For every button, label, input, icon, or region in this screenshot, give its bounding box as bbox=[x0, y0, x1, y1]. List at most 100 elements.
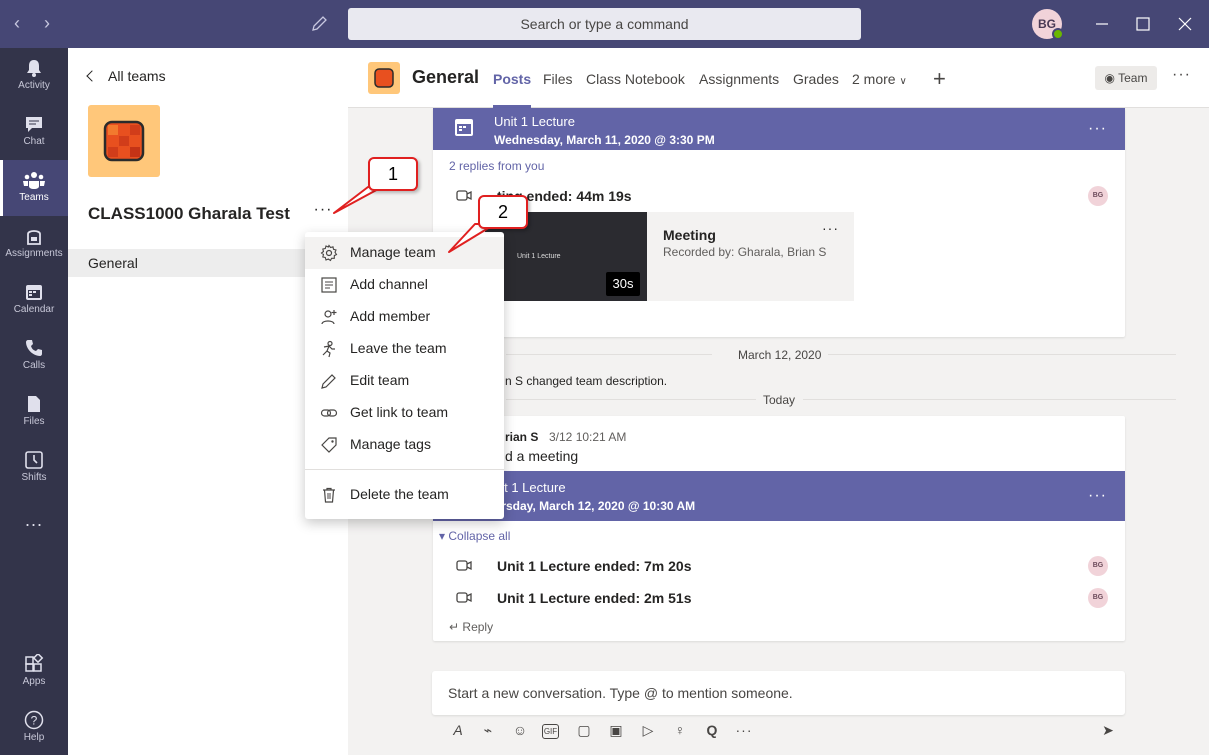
presence-available-icon bbox=[1052, 28, 1064, 40]
forms-icon[interactable]: Q bbox=[702, 722, 722, 742]
menu-item-delete-team[interactable]: Delete the team bbox=[305, 479, 504, 511]
forward-icon[interactable]: › bbox=[44, 13, 50, 34]
tab-more[interactable]: 2 more ∨ bbox=[852, 71, 907, 87]
rail-item-assignments[interactable]: Assignments bbox=[0, 216, 68, 272]
svg-text:?: ? bbox=[31, 714, 38, 728]
chat-icon bbox=[26, 117, 42, 132]
rail-item-calendar[interactable]: Calendar bbox=[0, 272, 68, 328]
meeting-time: ursday, March 12, 2020 @ 10:30 AM bbox=[494, 499, 696, 513]
tag-icon bbox=[321, 437, 337, 453]
rail-item-files[interactable]: Files bbox=[0, 384, 68, 440]
menu-item-manage-tags[interactable]: Manage tags bbox=[305, 429, 504, 461]
team-button-label: Team bbox=[1118, 71, 1148, 85]
reply-arrow-icon: ↵ bbox=[449, 620, 460, 634]
app-rail: Activity Chat Teams Assignments Calendar… bbox=[0, 48, 68, 755]
attach-icon[interactable]: ⌁ bbox=[478, 722, 498, 742]
rail-item-activity[interactable]: Activity bbox=[0, 48, 68, 104]
reply-button[interactable]: ↵ Reply bbox=[449, 620, 493, 634]
divider-line bbox=[506, 354, 712, 355]
teams-icon bbox=[23, 172, 45, 189]
compose-icon[interactable] bbox=[311, 14, 329, 32]
rail-item-chat[interactable]: Chat bbox=[0, 104, 68, 160]
file-icon bbox=[28, 396, 40, 412]
chevron-left-icon bbox=[86, 70, 98, 82]
participant-avatar: BG bbox=[1088, 556, 1108, 576]
add-tab-plus-icon[interactable]: + bbox=[933, 66, 946, 92]
menu-item-label: Leave the team bbox=[350, 340, 447, 356]
menu-item-leave-team[interactable]: Leave the team bbox=[305, 333, 504, 365]
phone-icon bbox=[26, 340, 42, 356]
format-icon[interactable]: A bbox=[448, 722, 468, 742]
maximize-icon[interactable] bbox=[1133, 14, 1153, 34]
rail-item-apps[interactable]: Apps bbox=[0, 644, 68, 700]
meeting-more-button[interactable]: ··· bbox=[1088, 120, 1107, 138]
meeting-header: Unit 1 Lecture Wednesday, March 11, 2020… bbox=[433, 108, 1125, 150]
team-name: CLASS1000 Gharala Test bbox=[88, 204, 290, 223]
back-icon[interactable]: ‹ bbox=[14, 13, 20, 34]
divider-line bbox=[506, 399, 756, 400]
meet-now-icon[interactable]: ▣ bbox=[606, 722, 626, 742]
trash-icon bbox=[323, 487, 335, 503]
compose-placeholder: Start a new conversation. Type @ to ment… bbox=[448, 685, 793, 701]
tab-class-notebook[interactable]: Class Notebook bbox=[586, 71, 685, 87]
menu-item-add-channel[interactable]: Add channel bbox=[305, 269, 504, 301]
minimize-icon[interactable] bbox=[1092, 14, 1112, 34]
tab-posts[interactable]: Posts bbox=[493, 71, 532, 108]
add-member-icon bbox=[321, 310, 337, 325]
meeting-more-button[interactable]: ··· bbox=[1088, 487, 1107, 505]
rail-item-calls[interactable]: Calls bbox=[0, 328, 68, 384]
team-avatar bbox=[88, 105, 160, 177]
menu-item-label: Add member bbox=[350, 308, 431, 324]
replies-link[interactable]: 2 replies from you bbox=[449, 159, 544, 173]
gif-icon[interactable]: GIF bbox=[542, 724, 559, 739]
recording-author: Recorded by: Gharala, Brian S bbox=[663, 245, 827, 259]
compose-toolbar: A ⌁ ☺ GIF ▢ ▣ ▷ ♀ Q ··· ➤ bbox=[440, 720, 1130, 744]
search-input[interactable]: Search or type a command bbox=[348, 8, 861, 40]
tab-assignments[interactable]: Assignments bbox=[699, 71, 779, 87]
close-icon[interactable] bbox=[1175, 14, 1195, 34]
rail-item-teams[interactable]: Teams bbox=[0, 160, 68, 216]
rail-label: Calls bbox=[22, 360, 46, 371]
menu-item-add-member[interactable]: Add member bbox=[305, 301, 504, 333]
eye-icon: ◉ bbox=[1104, 71, 1115, 85]
help-icon: ? bbox=[24, 710, 44, 730]
recording-more-button[interactable]: ··· bbox=[822, 220, 839, 236]
new-conversation-input[interactable]: Start a new conversation. Type @ to ment… bbox=[432, 671, 1125, 715]
praise-icon[interactable]: ♀ bbox=[670, 722, 690, 742]
video-camera-icon bbox=[456, 190, 472, 201]
channel-icon bbox=[321, 277, 337, 293]
tab-files[interactable]: Files bbox=[543, 71, 573, 87]
channel-more-options-button[interactable]: ··· bbox=[1172, 66, 1191, 84]
rail-label: Teams bbox=[19, 192, 49, 203]
recording-card[interactable]: Unit 1 Lecture 30s Meeting Recorded by: … bbox=[485, 212, 854, 301]
rail-item-shifts[interactable]: Shifts bbox=[0, 440, 68, 496]
calendar-icon bbox=[455, 119, 473, 136]
menu-item-edit-team[interactable]: Edit team bbox=[305, 365, 504, 397]
all-teams-link[interactable]: All teams bbox=[86, 68, 166, 84]
gear-icon bbox=[320, 244, 338, 262]
sticker-icon[interactable]: ▢ bbox=[574, 722, 594, 742]
rail-label: Activity bbox=[18, 80, 50, 91]
callout-2: 2 bbox=[478, 195, 528, 229]
divider-line bbox=[828, 354, 1176, 355]
emoji-icon[interactable]: ☺ bbox=[510, 722, 530, 742]
apps-icon bbox=[25, 654, 44, 672]
tab-grades[interactable]: Grades bbox=[793, 71, 839, 87]
team-info-button[interactable]: ◉ Team bbox=[1095, 66, 1157, 90]
send-icon[interactable]: ➤ bbox=[1098, 722, 1118, 742]
menu-item-get-link[interactable]: Get link to team bbox=[305, 397, 504, 429]
collapse-all-link[interactable]: ▾ Collapse all bbox=[439, 529, 510, 543]
menu-item-label: Manage team bbox=[350, 244, 436, 260]
menu-item-label: Delete the team bbox=[350, 486, 449, 502]
rail-label: Calendar bbox=[13, 304, 55, 315]
more-apps-icon[interactable]: ··· bbox=[734, 722, 754, 742]
meeting-title: nit 1 Lecture bbox=[494, 480, 566, 495]
menu-item-label: Get link to team bbox=[350, 404, 449, 420]
stream-icon[interactable]: ▷ bbox=[638, 722, 658, 742]
assignments-icon bbox=[27, 230, 41, 245]
channel-title: General bbox=[412, 67, 480, 87]
clock-icon bbox=[25, 451, 43, 469]
participant-avatar: BG bbox=[1088, 186, 1108, 206]
rail-item-help[interactable]: ? Help bbox=[0, 700, 68, 755]
rail-item-more[interactable]: ... bbox=[0, 502, 68, 558]
